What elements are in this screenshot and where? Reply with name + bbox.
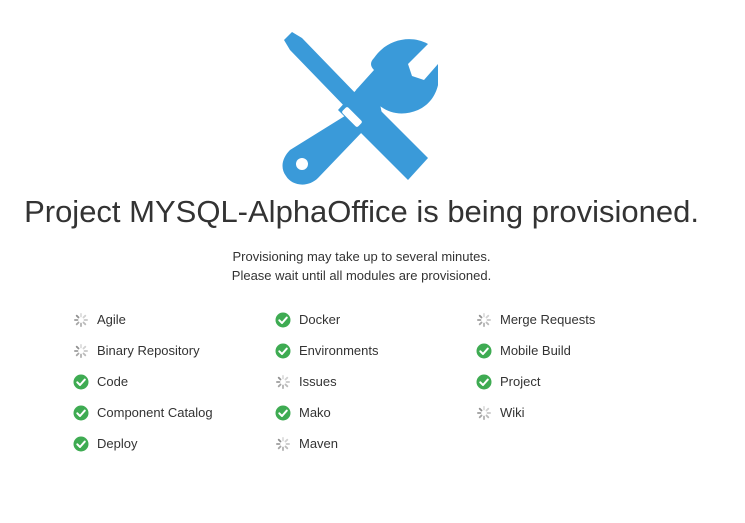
- module-item: Binary Repository: [73, 341, 200, 361]
- module-label: Deploy: [97, 436, 138, 451]
- module-label: Binary Repository: [97, 343, 200, 358]
- check-circle-icon: [275, 405, 291, 421]
- module-label: Code: [97, 374, 129, 389]
- module-item: Environments: [275, 341, 378, 361]
- spinner-icon: [476, 312, 492, 328]
- module-item: Deploy: [73, 434, 137, 454]
- page-title: Project MYSQL-AlphaOffice is being provi…: [24, 194, 699, 229]
- check-circle-icon: [73, 436, 89, 452]
- module-label: Maven: [299, 436, 339, 451]
- module-item: Project: [476, 372, 540, 392]
- module-label: Component Catalog: [97, 405, 213, 420]
- module-item: Docker: [275, 310, 340, 330]
- module-item: Agile: [73, 310, 126, 330]
- module-item: Merge Requests: [476, 310, 595, 330]
- subtitle-line-2: Please wait until all modules are provis…: [231, 268, 492, 283]
- module-label: Merge Requests: [500, 312, 596, 327]
- spinner-icon: [275, 374, 291, 390]
- module-label: Wiki: [500, 405, 525, 420]
- module-label: Mobile Build: [500, 343, 571, 358]
- tools-icon: [282, 32, 438, 185]
- subtitle-line-1: Provisioning may take up to several minu…: [232, 249, 491, 264]
- module-item: Maven: [275, 434, 338, 454]
- spinner-icon: [476, 405, 492, 421]
- module-item: Issues: [275, 372, 337, 392]
- module-item: Wiki: [476, 403, 525, 423]
- module-label: Project: [500, 374, 541, 389]
- module-label: Issues: [299, 374, 337, 389]
- module-label: Agile: [97, 312, 126, 327]
- spinner-icon: [73, 343, 89, 359]
- check-circle-icon: [275, 343, 291, 359]
- spinner-icon: [73, 312, 89, 328]
- module-item: Component Catalog: [73, 403, 213, 423]
- check-circle-icon: [275, 312, 291, 328]
- module-item: Code: [73, 372, 128, 392]
- module-label: Environments: [299, 343, 379, 358]
- check-circle-icon: [73, 405, 89, 421]
- module-item: Mako: [275, 403, 331, 423]
- module-item: Mobile Build: [476, 341, 571, 361]
- check-circle-icon: [476, 374, 492, 390]
- spinner-icon: [275, 436, 291, 452]
- module-label: Mako: [299, 405, 331, 420]
- check-circle-icon: [476, 343, 492, 359]
- check-circle-icon: [73, 374, 89, 390]
- module-label: Docker: [299, 312, 341, 327]
